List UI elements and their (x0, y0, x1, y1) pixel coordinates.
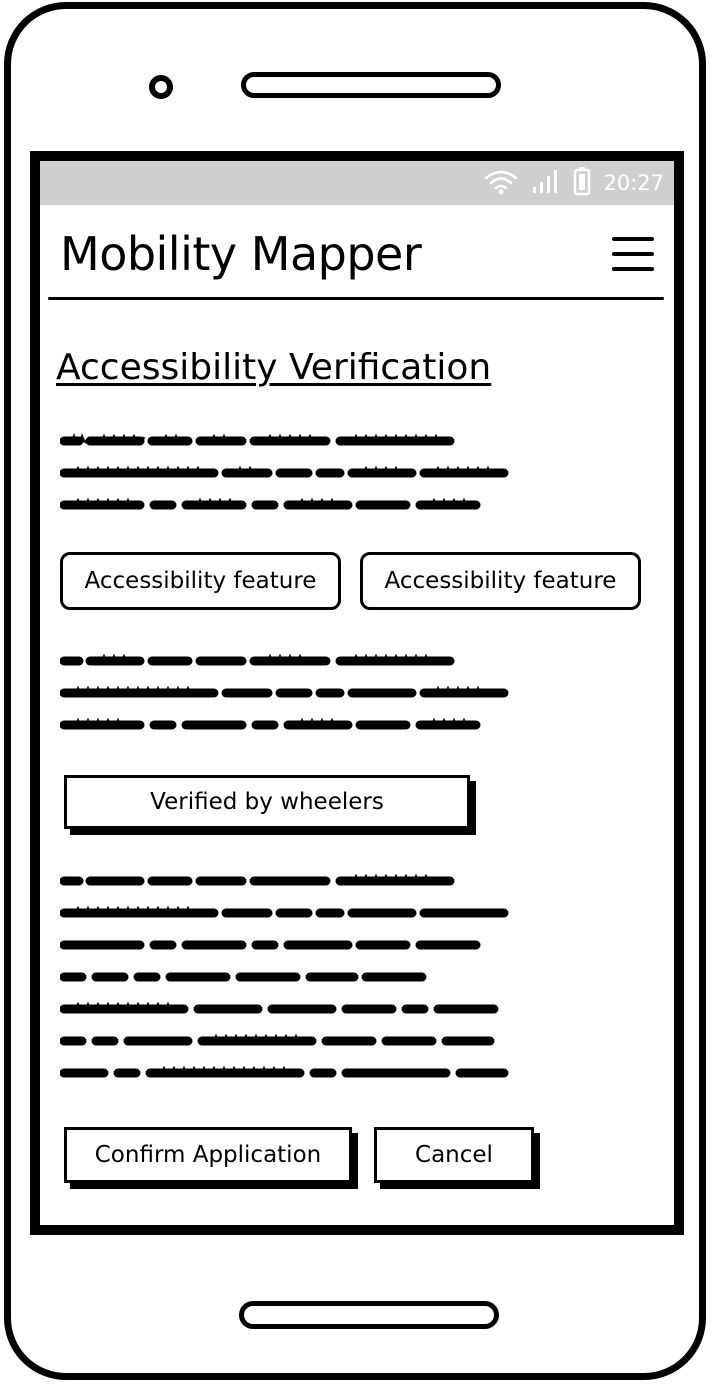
app-title: Mobility Mapper (60, 227, 422, 281)
screen: 20:27 Mobility Mapper Accessibility Veri… (30, 151, 684, 1235)
accessibility-feature-chip-1[interactable]: Accessibility feature (60, 552, 341, 610)
confirm-application-button[interactable]: Confirm Application (64, 1127, 352, 1183)
cancel-button[interactable]: Cancel (374, 1127, 534, 1183)
status-time: 20:27 (603, 171, 664, 195)
status-bar: 20:27 (40, 161, 674, 205)
placeholder-text-block (60, 429, 620, 515)
page-title: Accessibility Verification (56, 347, 492, 388)
placeholder-text-block (60, 869, 620, 1087)
home-button[interactable] (239, 1301, 499, 1329)
signal-icon (531, 167, 561, 200)
verified-by-wheelers-button[interactable]: Verified by wheelers (64, 775, 470, 829)
accessibility-feature-chip-2[interactable]: Accessibility feature (360, 552, 641, 610)
wifi-icon (483, 167, 519, 200)
app-bar: Mobility Mapper (40, 205, 674, 301)
hamburger-menu-icon[interactable] (612, 235, 654, 273)
placeholder-text-block (60, 649, 620, 735)
battery-icon (573, 166, 591, 201)
camera-icon (149, 75, 173, 99)
speaker-grille (241, 72, 501, 98)
app-bar-divider (48, 297, 664, 300)
